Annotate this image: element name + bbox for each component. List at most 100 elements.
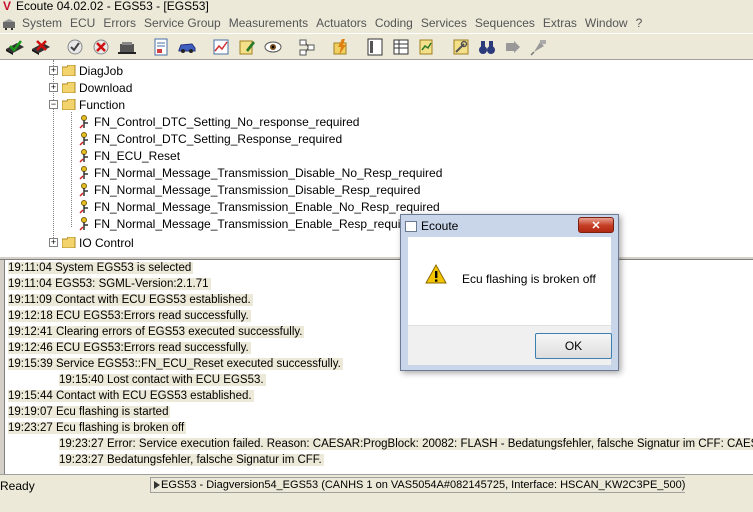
tree-function-label: FN_Normal_Message_Transmission_Disable_R… [94,182,421,197]
menu-services[interactable]: Services [417,14,471,33]
function-icon [79,165,88,180]
menu-errors[interactable]: Errors [99,14,140,33]
function-icon [79,216,88,231]
log-line: 19:12:46 ECU EGS53:Errors read successfu… [8,342,251,354]
menu-sequences[interactable]: Sequences [471,14,539,33]
menu-coding[interactable]: Coding [371,14,417,33]
tree-function-item[interactable]: FN_Control_DTC_Setting_Response_required [79,130,342,147]
log-line: 19:15:40 Lost contact with ECU EGS53. [59,374,266,386]
menu-window[interactable]: Window [581,14,632,33]
status-connection-info: EGS53 - Diagversion54_EGS53 (CANHS 1 on … [150,477,686,493]
tree-item-download[interactable]: Download [62,79,132,96]
tree-function-label: FN_ECU_Reset [94,148,181,163]
menu-help[interactable]: ? [632,14,647,33]
tree-label-diagjob: DiagJob [79,63,124,78]
tree-function-item[interactable]: FN_Normal_Message_Transmission_Enable_Re… [79,215,418,232]
folder-icon [62,237,76,248]
menu-measurements[interactable]: Measurements [225,14,312,33]
service-tree: + DiagJob + Download − Function FN_Contr… [0,60,753,256]
log-line: 19:19:07 Ecu flashing is started [8,406,171,418]
window-title: Ecoute 04.02.02 - EGS53 - [EGS53] [16,0,209,13]
log-line: 19:11:09 Contact with ECU EGS53 establis… [8,294,253,306]
play-icon [154,481,160,489]
tree-function-label: FN_Control_DTC_Setting_No_response_requi… [94,114,360,129]
log-line: 19:15:44 Contact with ECU EGS53 establis… [8,390,254,402]
expander-diagjob[interactable]: + [49,66,58,75]
expander-function[interactable]: − [49,100,58,109]
flash-icon[interactable] [329,36,352,58]
dialog-message: Ecu flashing is broken off [462,272,596,286]
pin-icon[interactable] [527,36,550,58]
function-icon [79,114,88,129]
log-panel: 19:11:04 System EGS53 is selected 19:11:… [4,260,753,474]
ok-button[interactable]: OK [535,333,612,359]
tree-function-label: FN_Normal_Message_Transmission_Enable_Re… [94,216,418,231]
expander-io-control[interactable]: + [49,238,58,247]
status-ready: Ready [0,479,35,493]
binoculars-icon[interactable] [475,36,498,58]
ecu-icon[interactable] [115,36,138,58]
arrow-icon[interactable] [501,36,524,58]
eye-icon[interactable] [261,36,284,58]
panel-icon[interactable] [363,36,386,58]
function-icon [79,199,88,214]
function-icon [79,148,88,163]
app-logo-icon: V [2,0,11,13]
tree-label-function: Function [79,97,126,112]
tree-item-function[interactable]: Function [62,96,125,113]
log-line: 19:12:41 Clearing errors of EGS53 execut… [8,326,305,338]
status-info-text: EGS53 - Diagversion54_EGS53 (CANHS 1 on … [161,479,686,491]
dialog-footer: OK [408,325,612,365]
tree-item-io-control[interactable]: IO Control [62,234,134,251]
cancel-icon[interactable] [89,36,112,58]
tree-function-label: FN_Normal_Message_Transmission_Disable_N… [94,165,443,180]
menu-system[interactable]: System [18,14,66,33]
title-bar: V Ecoute 04.02.02 - EGS53 - [EGS53] [0,0,753,14]
log-line: 19:11:04 EGS53: SGML-Version:2.1.71 [8,278,211,290]
toolbar [0,33,753,60]
report-icon[interactable] [415,36,438,58]
network-icon[interactable] [295,36,318,58]
table-icon[interactable] [389,36,412,58]
function-icon [79,182,88,197]
tree-function-item[interactable]: FN_Normal_Message_Transmission_Disable_R… [79,181,420,198]
disconnect-icon[interactable] [29,36,52,58]
tree-function-item[interactable]: FN_Control_DTC_Setting_No_response_requi… [79,113,359,130]
menu-actuators[interactable]: Actuators [312,14,371,33]
check-icon[interactable] [63,36,86,58]
log-line: 19:23:27 Ecu flashing is broken off [8,422,187,434]
tools-icon[interactable] [449,36,472,58]
function-icon [79,131,88,146]
window-icon [405,220,417,232]
dialog-title: Ecoute [421,219,459,233]
tree-function-label: FN_Normal_Message_Transmission_Enable_No… [94,199,440,214]
folder-open-icon [62,99,76,110]
expander-download[interactable]: + [49,83,58,92]
tree-function-item[interactable]: FN_ECU_Reset [79,147,180,164]
document-icon[interactable] [149,36,172,58]
log-line: 19:12:18 ECU EGS53:Errors read successfu… [8,310,251,322]
tree-function-item[interactable]: FN_Normal_Message_Transmission_Disable_N… [79,164,442,181]
log-line: 19:23:27 Error: Service execution failed… [59,436,753,452]
menu-service-group[interactable]: Service Group [140,14,225,33]
connect-icon[interactable] [3,36,26,58]
system-menu-icon[interactable] [0,14,18,33]
edit-icon[interactable] [235,36,258,58]
chart-icon[interactable] [209,36,232,58]
folder-icon [62,82,76,93]
status-bar: Ready EGS53 - Diagversion54_EGS53 (CANHS… [0,474,753,512]
message-dialog: Ecoute ✕ Ecu flashing is broken off OK [400,214,619,371]
log-line: 19:11:04 System EGS53 is selected [8,262,194,274]
close-button[interactable]: ✕ [578,217,614,233]
menu-extras[interactable]: Extras [539,14,581,33]
dialog-body: Ecu flashing is broken off OK [408,237,612,365]
tree-label-io-control: IO Control [79,235,134,250]
tree-function-label: FN_Control_DTC_Setting_Response_required [94,131,343,146]
car-icon[interactable] [175,36,198,58]
menu-bar: System ECU Errors Service Group Measurem… [0,14,753,33]
menu-ecu[interactable]: ECU [66,14,99,33]
warning-icon [425,264,447,284]
tree-function-item[interactable]: FN_Normal_Message_Transmission_Enable_No… [79,198,440,215]
log-line: 19:23:27 Bedatungsfehler, falsche Signat… [59,454,324,466]
tree-item-diagjob[interactable]: DiagJob [62,62,123,79]
